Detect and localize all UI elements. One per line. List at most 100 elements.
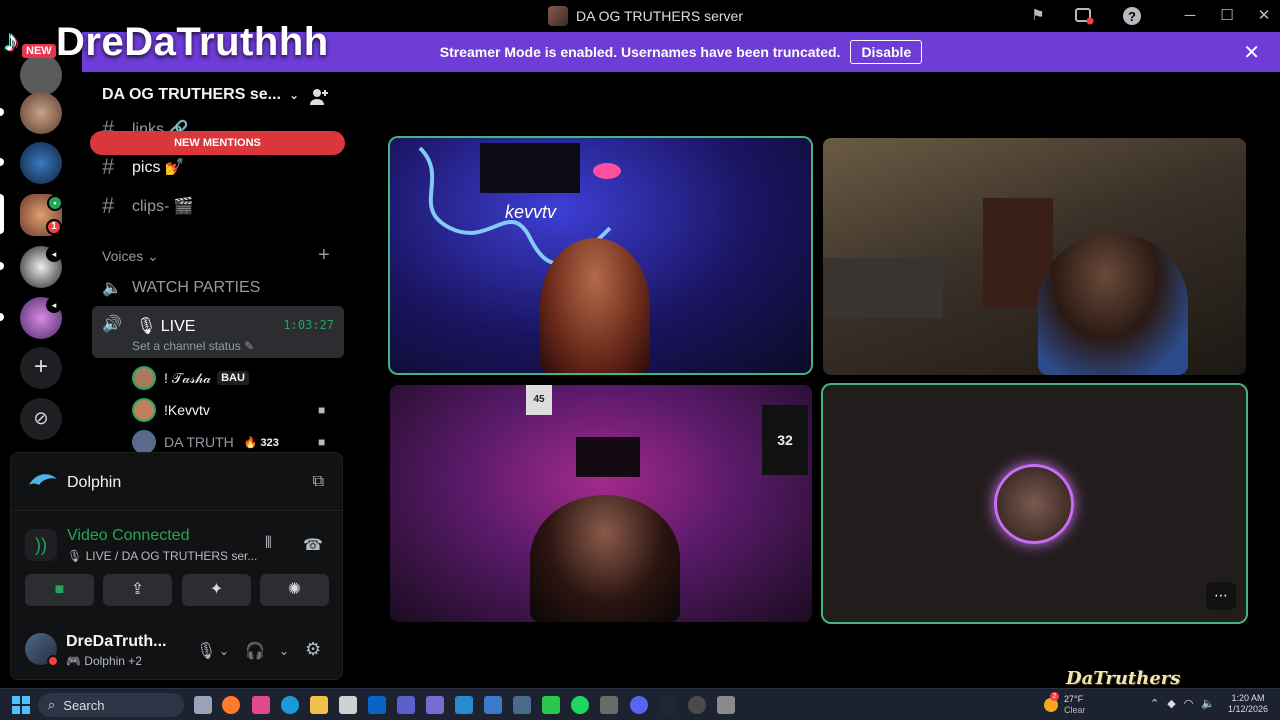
voice-channel-watch-parties[interactable]: 🔈 WATCH PARTIES [102, 278, 260, 298]
video-activity-icon: ▪ [47, 195, 63, 211]
set-channel-status[interactable]: Set a channel status ✎ [132, 339, 254, 353]
add-channel-icon[interactable]: + [318, 244, 330, 267]
close-icon[interactable]: ✕ [1254, 6, 1274, 26]
outlook-icon[interactable] [368, 696, 386, 714]
edge-icon[interactable] [281, 696, 299, 714]
participant-video [530, 495, 680, 622]
signal-icon[interactable]: )) [25, 529, 57, 561]
channel-pics[interactable]: # pics 💅 [102, 154, 185, 180]
wifi-icon[interactable]: ◠ [1184, 697, 1194, 710]
voice-member[interactable]: !Kevvtv ■ [132, 398, 325, 422]
user-status: 🎮 Dolphin +2 [66, 654, 142, 668]
volume-icon[interactable]: 🔈 [1201, 697, 1215, 710]
new-mentions-bar[interactable]: NEW MENTIONS [90, 131, 345, 155]
mic-icon[interactable]: 🎙 [196, 641, 216, 661]
more-options-icon[interactable]: ⋯ [1206, 582, 1236, 610]
spotify-icon[interactable] [571, 696, 589, 714]
server-icon-2[interactable] [20, 142, 62, 184]
voice-channel-label: 🎙 LIVE [136, 318, 196, 335]
app-icon[interactable] [513, 696, 531, 714]
discover-icon[interactable]: ⊘ [20, 398, 62, 440]
headphones-icon[interactable]: 🎧 [245, 641, 265, 661]
app-icon[interactable] [455, 696, 473, 714]
hangup-icon[interactable]: ☎ [303, 535, 323, 555]
steam-icon[interactable] [659, 696, 677, 714]
chevron-down-icon[interactable]: ⌄ [279, 644, 289, 658]
screen-share-button[interactable]: ⇪ [103, 574, 172, 606]
chevron-up-icon[interactable]: ⌃ [1150, 697, 1159, 710]
participant-video [1038, 233, 1188, 375]
obs-icon[interactable] [688, 696, 706, 714]
tv-screen [480, 143, 580, 193]
stream-overlay: ♪ DreDaTruthhh [4, 14, 329, 70]
file-explorer-icon[interactable] [310, 696, 328, 714]
app-icon[interactable] [484, 696, 502, 714]
camera-icon: ■ [318, 403, 326, 417]
server-icon [548, 6, 568, 26]
app-icon[interactable] [339, 696, 357, 714]
taskbar-clock[interactable]: 1:20 AM 1/12/2026 [1228, 693, 1268, 715]
connection-row: )) Video Connected 🎙 LIVE / DA OG TRUTHE… [11, 513, 344, 573]
disable-streamer-mode-button[interactable]: Disable [850, 40, 923, 64]
search-icon: ⌕ [48, 697, 56, 712]
activity-row[interactable]: Dolphin ⧉ [11, 453, 344, 511]
activity-button[interactable]: ✦ [182, 574, 251, 606]
flag-icon[interactable]: ⚑ [1028, 6, 1048, 26]
voices-category[interactable]: Voices ⌄ [102, 248, 159, 265]
camera-button[interactable]: ■ [25, 574, 94, 606]
server-header[interactable]: DA OG TRUTHERS se... ⌄ [102, 86, 299, 104]
overlay-username: DreDaTruthhh [56, 19, 329, 64]
firefox-icon[interactable] [222, 696, 240, 714]
channel-clips[interactable]: # clips- 🎬 [102, 193, 194, 219]
maximize-icon[interactable]: ☐ [1217, 6, 1237, 26]
app-icon[interactable] [426, 696, 444, 714]
dolphin-icon [27, 471, 59, 491]
server-unread-pill [0, 158, 4, 166]
settings-icon[interactable] [717, 696, 735, 714]
app-tray-icon[interactable]: ◆ [1167, 697, 1175, 710]
voice-member[interactable]: ! 𝒯𝒶𝓈𝒽𝒶 BAU [132, 366, 249, 390]
app-icon[interactable] [252, 696, 270, 714]
server-icon-1[interactable] [20, 92, 62, 134]
video-tile-4[interactable]: ⋯ [823, 385, 1246, 622]
channel-label: pics 💅 [132, 159, 185, 176]
voice-channel-label: WATCH PARTIES [132, 279, 261, 296]
app-icon[interactable] [600, 696, 618, 714]
channel-label: clips- 🎬 [132, 198, 194, 215]
snapshot-icon[interactable] [1074, 6, 1094, 26]
app-icon[interactable] [542, 696, 560, 714]
close-banner-icon[interactable]: ✕ [1243, 40, 1260, 65]
connection-channel[interactable]: 🎙 LIVE / DA OG TRUTHERS ser... [67, 549, 257, 563]
video-tile-3[interactable]: 45 32 [390, 385, 812, 622]
search-label: Search [63, 697, 105, 713]
member-tag: 🔥 323 [243, 436, 279, 449]
activity-name: Dolphin [67, 474, 122, 491]
hash-icon: # [102, 193, 115, 218]
server-selected-pill [0, 194, 4, 234]
video-tile-1[interactable]: kevvtv [390, 138, 811, 373]
add-server-icon[interactable]: + [20, 347, 62, 389]
user-name[interactable]: DreDaTruth... [66, 633, 166, 651]
screen-share-icon[interactable]: ⧉ [313, 473, 324, 491]
time: 1:20 AM [1231, 693, 1265, 703]
svg-text:?: ? [1128, 9, 1136, 24]
connection-title[interactable]: Video Connected [67, 527, 189, 545]
soundboard-button[interactable]: ✺ [260, 574, 329, 606]
settings-icon[interactable]: ⚙ [305, 639, 321, 660]
chevron-down-icon[interactable]: ⌄ [219, 644, 229, 658]
date: 1/12/2026 [1228, 704, 1269, 714]
minimize-icon[interactable]: ─ [1180, 6, 1200, 26]
add-member-icon[interactable] [308, 86, 332, 108]
voice-member[interactable]: DA TRUTH 🔥 323 ■ [132, 430, 325, 452]
taskbar-search[interactable]: ⌕ Search [38, 693, 184, 717]
noise-icon[interactable]: ⫴ [265, 535, 272, 553]
chevron-down-icon: ⌄ [288, 88, 300, 102]
voice-channel-live[interactable]: 🔊 🎙 LIVE 1:03:27 Set a channel status ✎ [92, 306, 344, 358]
teams-icon[interactable] [397, 696, 415, 714]
video-tile-2[interactable] [823, 138, 1246, 375]
task-view-icon[interactable] [194, 696, 212, 714]
windows-start-icon[interactable] [12, 696, 30, 714]
help-icon[interactable]: ? [1122, 6, 1142, 26]
status-badge [47, 655, 59, 667]
discord-icon[interactable] [630, 696, 648, 714]
